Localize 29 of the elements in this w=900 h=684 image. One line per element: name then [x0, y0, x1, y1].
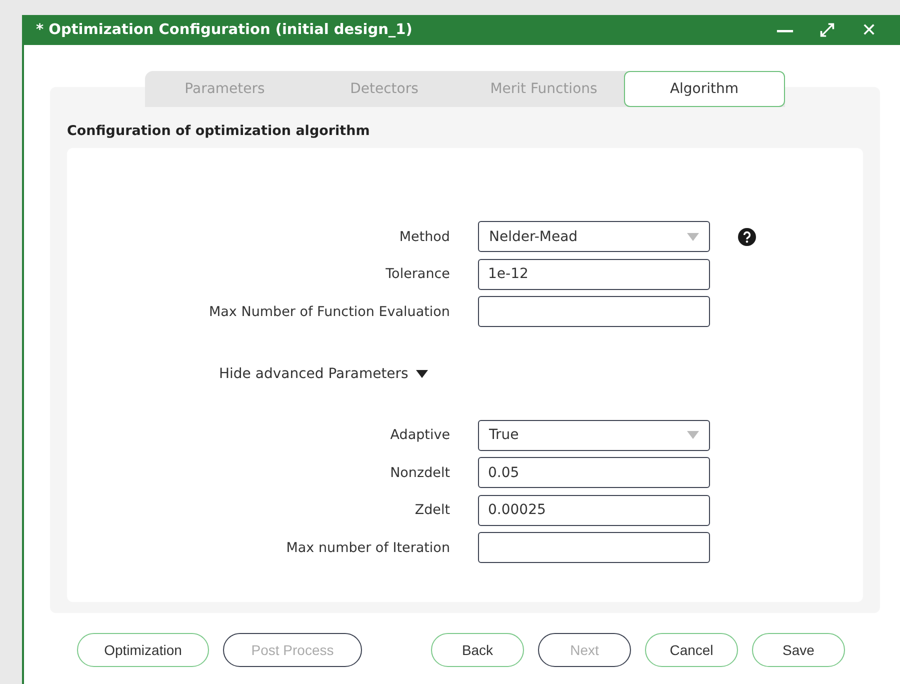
minimize-button[interactable]: — [764, 20, 806, 40]
tab[interactable]: Algorithm [624, 71, 785, 107]
field-label: Max Number of Function Evaluation [208, 304, 450, 320]
field-label: Adaptive [389, 427, 450, 444]
field-label: Zdelt [414, 502, 450, 518]
input-field[interactable] [478, 532, 710, 564]
field-label: Tolerance [384, 266, 450, 282]
action-button[interactable]: Save [752, 633, 845, 667]
dropdown[interactable]: True [478, 420, 710, 451]
input-field[interactable] [478, 296, 710, 328]
input-field[interactable]: 0.05 [478, 457, 710, 488]
dropdown[interactable]: Nelder-Mead [478, 221, 710, 252]
action-button[interactable]: Optimization [77, 633, 209, 667]
close-button[interactable]: ✕ [848, 20, 890, 40]
maximize-button[interactable]: ⤢ [806, 20, 848, 40]
input-field[interactable]: 0.00025 [478, 494, 710, 526]
section-title: Configuration of optimization algorithm [67, 123, 371, 139]
window-title: * Optimization Configuration (initial design_1) [36, 22, 414, 38]
advanced-toggle[interactable]: Hide advanced Parameters [219, 366, 428, 382]
field-label: Method [398, 228, 450, 245]
field-label: Nonzdelt [389, 464, 450, 481]
action-button[interactable]: Cancel [645, 633, 738, 667]
help-icon[interactable] [738, 228, 756, 246]
action-button[interactable]: Back [431, 633, 524, 667]
input-field[interactable]: 1e-12 [478, 258, 710, 290]
dropdown-caret-icon [687, 232, 699, 241]
caret-icon [416, 370, 428, 378]
field-label: Max number of Iteration [285, 540, 450, 556]
dropdown-caret-icon [687, 431, 699, 440]
